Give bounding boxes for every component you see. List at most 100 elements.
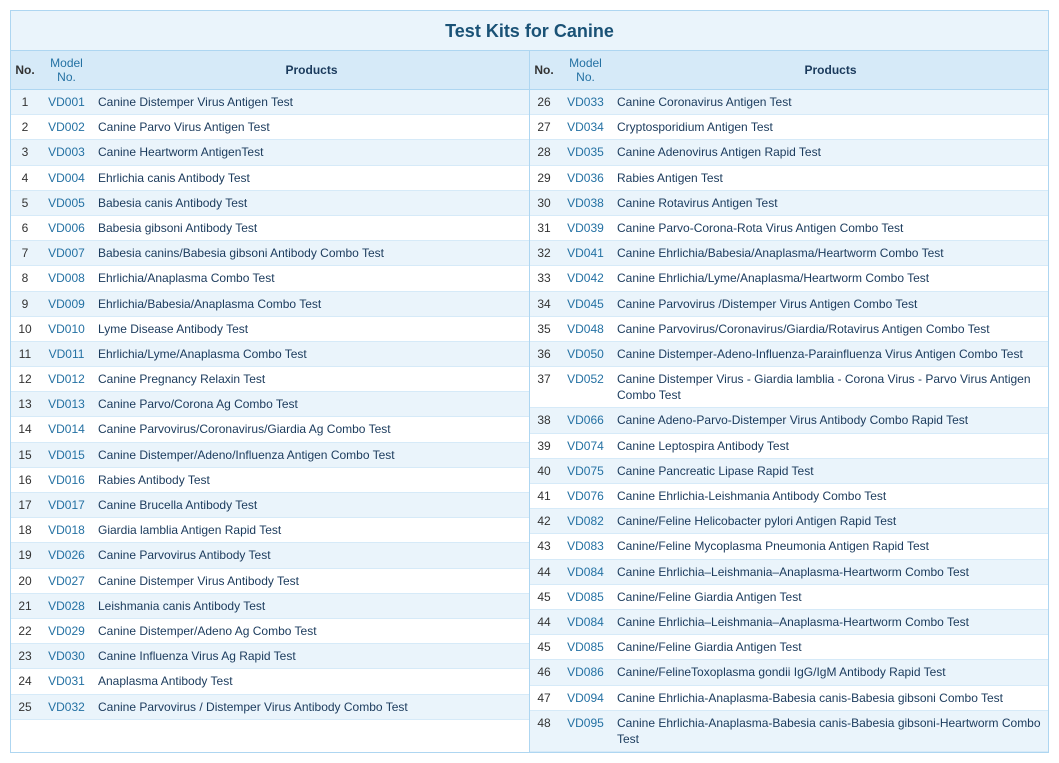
row-no: 4 — [11, 165, 39, 190]
row-no: 12 — [11, 367, 39, 392]
table-row: 7 VD007 Babesia canins/Babesia gibsoni A… — [11, 241, 529, 266]
row-product: Canine Pancreatic Lipase Rapid Test — [613, 458, 1048, 483]
table-row: 19 VD026 Canine Parvovirus Antibody Test — [11, 543, 529, 568]
row-product: Canine Distemper/Adeno/Influenza Antigen… — [94, 442, 529, 467]
table-row: 40 VD075 Canine Pancreatic Lipase Rapid … — [530, 458, 1048, 483]
table-row: 32 VD041 Canine Ehrlichia/Babesia/Anapla… — [530, 241, 1048, 266]
table-row: 34 VD045 Canine Parvovirus /Distemper Vi… — [530, 291, 1048, 316]
table-row: 15 VD015 Canine Distemper/Adeno/Influenz… — [11, 442, 529, 467]
row-no: 39 — [530, 433, 558, 458]
row-model: VD011 — [39, 341, 94, 366]
row-model: VD012 — [39, 367, 94, 392]
row-no: 25 — [11, 694, 39, 719]
table-row: 38 VD066 Canine Adeno-Parvo-Distemper Vi… — [530, 408, 1048, 433]
row-no: 26 — [530, 90, 558, 115]
row-model: VD038 — [558, 190, 613, 215]
row-product: Canine Heartworm AntigenTest — [94, 140, 529, 165]
row-no: 21 — [11, 593, 39, 618]
table-row: 35 VD048 Canine Parvovirus/Coronavirus/G… — [530, 316, 1048, 341]
table-row: 24 VD031 Anaplasma Antibody Test — [11, 669, 529, 694]
row-model: VD036 — [558, 165, 613, 190]
row-no: 11 — [11, 341, 39, 366]
row-model: VD027 — [39, 568, 94, 593]
table-row: 36 VD050 Canine Distemper-Adeno-Influenz… — [530, 341, 1048, 366]
row-no: 31 — [530, 215, 558, 240]
table-row: 4 VD004 Ehrlichia canis Antibody Test — [11, 165, 529, 190]
row-no: 48 — [530, 710, 558, 751]
table-row: 33 VD042 Canine Ehrlichia/Lyme/Anaplasma… — [530, 266, 1048, 291]
row-model: VD029 — [39, 618, 94, 643]
row-model: VD052 — [558, 367, 613, 408]
row-product: Canine Leptospira Antibody Test — [613, 433, 1048, 458]
row-model: VD014 — [39, 417, 94, 442]
row-no: 44 — [530, 559, 558, 584]
row-product: Canine Pregnancy Relaxin Test — [94, 367, 529, 392]
row-product: Canine Distemper-Adeno-Influenza-Parainf… — [613, 341, 1048, 366]
row-no: 43 — [530, 534, 558, 559]
table-row: 25 VD032 Canine Parvovirus / Distemper V… — [11, 694, 529, 719]
row-product: Canine Distemper Virus Antigen Test — [94, 90, 529, 115]
row-product: Canine Ehrlichia-Anaplasma-Babesia canis… — [613, 710, 1048, 751]
row-model: VD075 — [558, 458, 613, 483]
left-table: No. Model No. Products 1 VD001 Canine Di… — [11, 51, 530, 752]
row-product: Babesia canins/Babesia gibsoni Antibody … — [94, 241, 529, 266]
row-model: VD039 — [558, 215, 613, 240]
row-product: Canine Ehrlichia/Lyme/Anaplasma/Heartwor… — [613, 266, 1048, 291]
page: Test Kits for Canine No. Model No. Produ… — [0, 0, 1059, 763]
table-row: 9 VD009 Ehrlichia/Babesia/Anaplasma Comb… — [11, 291, 529, 316]
row-model: VD028 — [39, 593, 94, 618]
row-model: VD082 — [558, 509, 613, 534]
row-model: VD018 — [39, 518, 94, 543]
row-product: Canine Distemper Virus - Giardia lamblia… — [613, 367, 1048, 408]
row-product: Canine Parvo Virus Antigen Test — [94, 115, 529, 140]
row-product: Canine Parvovirus/Coronavirus/Giardia Ag… — [94, 417, 529, 442]
row-model: VD009 — [39, 291, 94, 316]
row-no: 42 — [530, 509, 558, 534]
row-product: Canine Ehrlichia-Leishmania Antibody Com… — [613, 484, 1048, 509]
header-no-left: No. — [11, 51, 39, 90]
row-model: VD001 — [39, 90, 94, 115]
row-no: 17 — [11, 493, 39, 518]
table-row: 44 VD084 Canine Ehrlichia–Leishmania–Ana… — [530, 609, 1048, 634]
table-row: 27 VD034 Cryptosporidium Antigen Test — [530, 115, 1048, 140]
right-table: No. Model No. Products 26 VD033 Canine C… — [530, 51, 1048, 752]
row-model: VD016 — [39, 467, 94, 492]
row-product: Ehrlichia/Babesia/Anaplasma Combo Test — [94, 291, 529, 316]
table-row: 23 VD030 Canine Influenza Virus Ag Rapid… — [11, 644, 529, 669]
row-no: 34 — [530, 291, 558, 316]
row-no: 7 — [11, 241, 39, 266]
row-product: Ehrlichia/Lyme/Anaplasma Combo Test — [94, 341, 529, 366]
table-row: 41 VD076 Canine Ehrlichia-Leishmania Ant… — [530, 484, 1048, 509]
row-product: Canine/Feline Mycoplasma Pneumonia Antig… — [613, 534, 1048, 559]
row-no: 38 — [530, 408, 558, 433]
row-no: 16 — [11, 467, 39, 492]
row-product: Cryptosporidium Antigen Test — [613, 115, 1048, 140]
table-row: 39 VD074 Canine Leptospira Antibody Test — [530, 433, 1048, 458]
table-row: 10 VD010 Lyme Disease Antibody Test — [11, 316, 529, 341]
row-no: 41 — [530, 484, 558, 509]
row-product: Canine/Feline Giardia Antigen Test — [613, 584, 1048, 609]
row-model: VD015 — [39, 442, 94, 467]
table-row: 11 VD011 Ehrlichia/Lyme/Anaplasma Combo … — [11, 341, 529, 366]
row-no: 20 — [11, 568, 39, 593]
row-no: 18 — [11, 518, 39, 543]
row-model: VD010 — [39, 316, 94, 341]
row-model: VD003 — [39, 140, 94, 165]
row-model: VD005 — [39, 190, 94, 215]
row-product: Canine Influenza Virus Ag Rapid Test — [94, 644, 529, 669]
row-product: Canine/FelineToxoplasma gondii IgG/IgM A… — [613, 660, 1048, 685]
table-row: 22 VD029 Canine Distemper/Adeno Ag Combo… — [11, 618, 529, 643]
row-model: VD033 — [558, 90, 613, 115]
table-row: 31 VD039 Canine Parvo-Corona-Rota Virus … — [530, 215, 1048, 240]
row-model: VD013 — [39, 392, 94, 417]
table-row: 26 VD033 Canine Coronavirus Antigen Test — [530, 90, 1048, 115]
header-model-right: Model No. — [558, 51, 613, 90]
row-product: Canine Parvovirus/Coronavirus/Giardia/Ro… — [613, 316, 1048, 341]
table-row: 46 VD086 Canine/FelineToxoplasma gondii … — [530, 660, 1048, 685]
row-product: Canine Rotavirus Antigen Test — [613, 190, 1048, 215]
row-product: Leishmania canis Antibody Test — [94, 593, 529, 618]
table-row: 45 VD085 Canine/Feline Giardia Antigen T… — [530, 584, 1048, 609]
row-no: 14 — [11, 417, 39, 442]
header-products-left: Products — [94, 51, 529, 90]
table-row: 21 VD028 Leishmania canis Antibody Test — [11, 593, 529, 618]
